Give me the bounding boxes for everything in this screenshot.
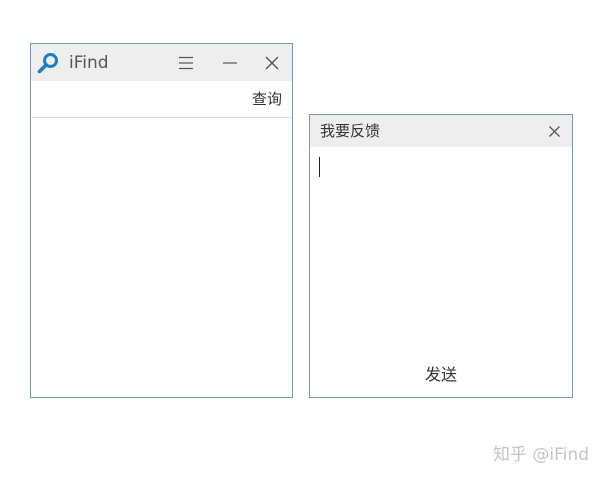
text-caret: [319, 157, 320, 177]
main-titlebar[interactable]: iFind: [31, 44, 292, 81]
minimize-icon: [223, 62, 237, 64]
feedback-close-button[interactable]: [544, 121, 564, 141]
feedback-title: 我要反馈: [320, 122, 381, 140]
send-button[interactable]: 发送: [310, 365, 572, 385]
watermark: 知乎 @iFind: [493, 445, 589, 465]
hamburger-menu-icon: [179, 56, 193, 70]
query-button[interactable]: 查询: [252, 90, 282, 108]
close-button[interactable]: [259, 50, 285, 76]
feedback-header[interactable]: 我要反馈: [310, 115, 572, 147]
close-icon: [265, 56, 279, 70]
feedback-dialog: 我要反馈 发送: [309, 114, 573, 398]
results-area[interactable]: [31, 118, 292, 397]
desktop: iFind 查询 我要反馈 发送 知乎 @iFind: [0, 0, 615, 481]
minimize-button[interactable]: [217, 50, 243, 76]
ifind-main-window: iFind 查询: [30, 43, 293, 398]
feedback-input[interactable]: [318, 153, 564, 357]
menu-button[interactable]: [173, 50, 199, 76]
search-magnifier-icon: [37, 52, 59, 74]
close-icon: [548, 125, 560, 137]
app-title: iFind: [69, 53, 109, 73]
main-toolbar: 查询: [31, 81, 292, 118]
